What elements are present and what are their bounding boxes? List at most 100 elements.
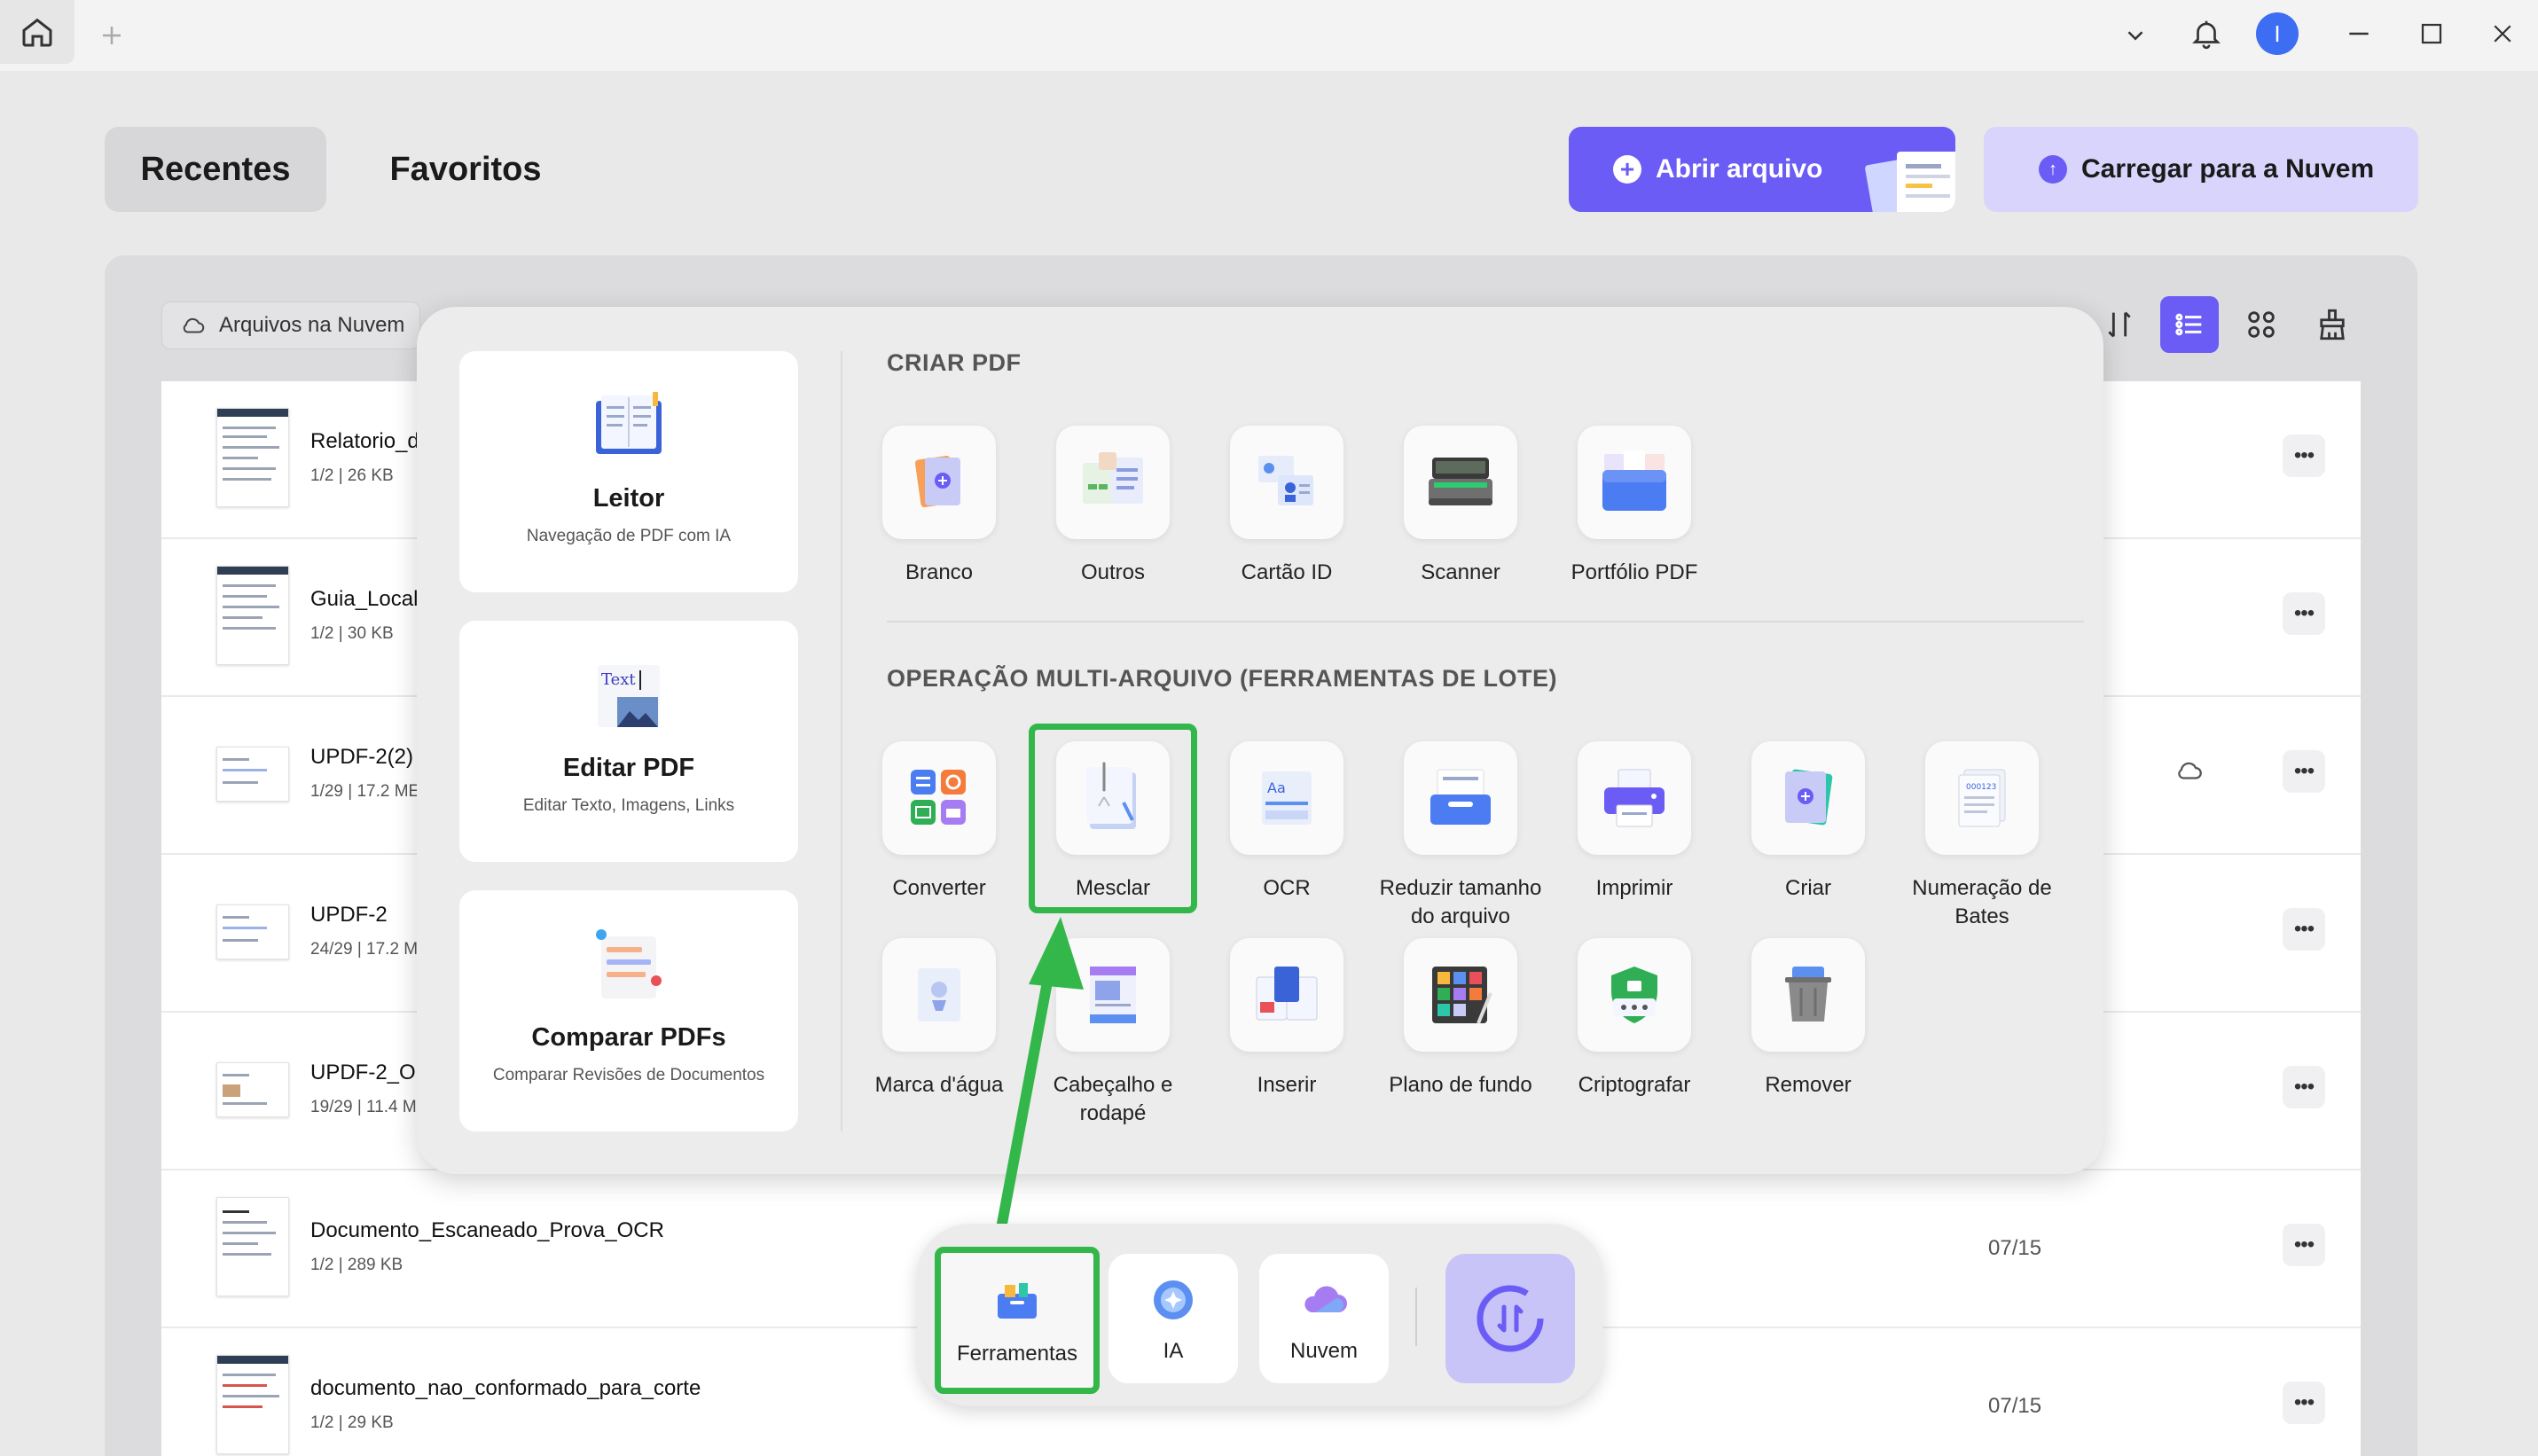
clean-broom-icon[interactable]	[2304, 296, 2361, 353]
card-title: Editar PDF	[562, 754, 695, 782]
home-tab[interactable]	[0, 0, 74, 64]
svg-text:000123: 000123	[1966, 783, 1996, 792]
ai-orb-icon	[1154, 1280, 1193, 1319]
file-meta: 1/29 | 17.2 ME	[310, 782, 420, 801]
file-thumbnail	[216, 408, 289, 507]
batch-section-title: OPERAÇÃO MULTI-ARQUIVO (FERRAMENTAS DE L…	[887, 665, 1557, 692]
cloud-icon	[183, 317, 205, 333]
file-meta: 1/2 | 30 KB	[310, 624, 394, 643]
convert-icon	[882, 741, 996, 855]
more-options-icon[interactable]: •••	[2283, 434, 2325, 477]
tool-bates-numbering[interactable]: 000123 Numeração de Bates	[1898, 741, 2066, 931]
dock-ai-button[interactable]: IA	[1108, 1254, 1238, 1383]
file-thumbnail	[216, 1197, 289, 1296]
file-thumbnail	[216, 904, 289, 959]
more-options-icon[interactable]: •••	[2283, 592, 2325, 635]
tools-popup: Leitor Navegação de PDF com IA Text Edit…	[417, 307, 2103, 1174]
tool-remove[interactable]: Remover	[1724, 938, 1892, 1100]
dock-tools-button[interactable]: Ferramentas	[935, 1247, 1100, 1394]
blank-doc-icon	[882, 426, 996, 539]
tool-background[interactable]: Plano de fundo	[1376, 938, 1545, 1100]
card-subtitle: Comparar Revisões de Documentos	[492, 1066, 765, 1084]
tab-recent[interactable]: Recentes	[105, 127, 326, 212]
sort-circle-icon	[1477, 1285, 1544, 1352]
id-card-icon	[1230, 426, 1343, 539]
maximize-icon[interactable]	[2405, 7, 2458, 60]
compress-icon	[1404, 741, 1517, 855]
section-divider	[887, 621, 2084, 622]
create-doc-icon	[1751, 741, 1865, 855]
tool-compress[interactable]: Reduzir tamanho do arquivo	[1376, 741, 1545, 931]
file-thumbnail	[216, 566, 289, 665]
dock-recent-switch-button[interactable]	[1445, 1254, 1575, 1383]
tool-create[interactable]: Criar	[1724, 741, 1892, 903]
bates-numbering-icon: 000123	[1925, 741, 2039, 855]
tool-merge[interactable]: Mesclar	[1029, 724, 1197, 913]
more-options-icon[interactable]: •••	[2283, 1224, 2325, 1266]
documents-illustration-icon	[1865, 152, 1955, 212]
file-name: documento_nao_conformado_para_corte	[310, 1376, 701, 1400]
ocr-icon: Aa	[1230, 741, 1343, 855]
grid-view-icon[interactable]	[2233, 296, 2290, 353]
file-name: UPDF-2(2)	[310, 745, 414, 769]
svg-text:Text: Text	[601, 670, 636, 689]
shield-lock-icon	[1578, 938, 1691, 1052]
cloud-icon	[1304, 1286, 1347, 1312]
edit-text-icon: Text	[598, 665, 660, 727]
open-file-button[interactable]: + Abrir arquivo	[1569, 127, 1955, 212]
toolbox-icon	[998, 1283, 1037, 1319]
cloud-synced-icon	[2174, 755, 2205, 790]
file-date: 07/15	[1988, 1394, 2042, 1418]
tool-pdf-portfolio[interactable]: Portfólio PDF	[1550, 426, 1719, 587]
divider	[841, 351, 842, 1131]
file-meta: 1/2 | 26 KB	[310, 466, 394, 485]
background-palette-icon	[1404, 938, 1517, 1052]
dock-divider	[1415, 1288, 1417, 1346]
portfolio-icon	[1578, 426, 1691, 539]
tool-insert[interactable]: Inserir	[1202, 938, 1371, 1100]
file-meta: 19/29 | 11.4 M	[310, 1098, 417, 1116]
trash-icon	[1751, 938, 1865, 1052]
others-doc-icon	[1056, 426, 1170, 539]
tool-id-card[interactable]: Cartão ID	[1202, 426, 1371, 587]
upload-cloud-button[interactable]: ↑ Carregar para a Nuvem	[1984, 127, 2418, 212]
list-view-icon[interactable]	[2160, 296, 2219, 353]
edit-pdf-card[interactable]: Text Editar PDF Editar Texto, Imagens, L…	[459, 621, 798, 862]
file-name: Documento_Escaneado_Prova_OCR	[310, 1218, 664, 1242]
bottom-dock: Ferramentas IA Nuvem	[917, 1224, 1603, 1406]
tab-favorites[interactable]: Favoritos	[355, 127, 576, 212]
dock-cloud-button[interactable]: Nuvem	[1259, 1254, 1389, 1383]
tool-ocr[interactable]: Aa OCR	[1202, 741, 1371, 903]
file-name: Relatorio_d	[310, 429, 419, 453]
close-icon[interactable]	[2476, 7, 2529, 60]
home-icon	[22, 18, 52, 47]
cloud-files-filter[interactable]: Arquivos na Nuvem	[161, 301, 420, 349]
tool-others[interactable]: Outros	[1029, 426, 1197, 587]
avatar[interactable]: I	[2256, 12, 2299, 55]
insert-icon	[1230, 938, 1343, 1052]
upload-icon: ↑	[2039, 155, 2067, 184]
file-meta: 1/2 | 289 KB	[310, 1256, 403, 1274]
new-tab-plus-icon[interactable]	[85, 9, 138, 62]
bell-icon[interactable]	[2180, 7, 2233, 60]
reader-card[interactable]: Leitor Navegação de PDF com IA	[459, 351, 798, 592]
tool-scanner[interactable]: Scanner	[1376, 426, 1545, 587]
file-thumbnail	[216, 1355, 289, 1454]
svg-text:Aa: Aa	[1267, 779, 1286, 796]
card-subtitle: Editar Texto, Imagens, Links	[522, 796, 735, 815]
tool-print[interactable]: Imprimir	[1550, 741, 1719, 903]
compare-pdf-card[interactable]: Comparar PDFs Comparar Revisões de Docum…	[459, 890, 798, 1131]
more-options-icon[interactable]: •••	[2283, 750, 2325, 793]
tool-encrypt[interactable]: Criptografar	[1550, 938, 1719, 1100]
file-name: UPDF-2_OC	[310, 1061, 432, 1084]
tool-convert[interactable]: Converter	[855, 741, 1023, 903]
file-name: UPDF-2	[310, 903, 388, 927]
chevron-down-icon[interactable]	[2109, 9, 2162, 62]
card-title: Comparar PDFs	[531, 1023, 726, 1052]
more-options-icon[interactable]: •••	[2283, 1066, 2325, 1108]
more-options-icon[interactable]: •••	[2283, 908, 2325, 951]
file-name: Guia_Locali	[310, 587, 423, 611]
tool-blank[interactable]: Branco	[855, 426, 1023, 587]
more-options-icon[interactable]: •••	[2283, 1382, 2325, 1424]
minimize-icon[interactable]	[2332, 7, 2385, 60]
